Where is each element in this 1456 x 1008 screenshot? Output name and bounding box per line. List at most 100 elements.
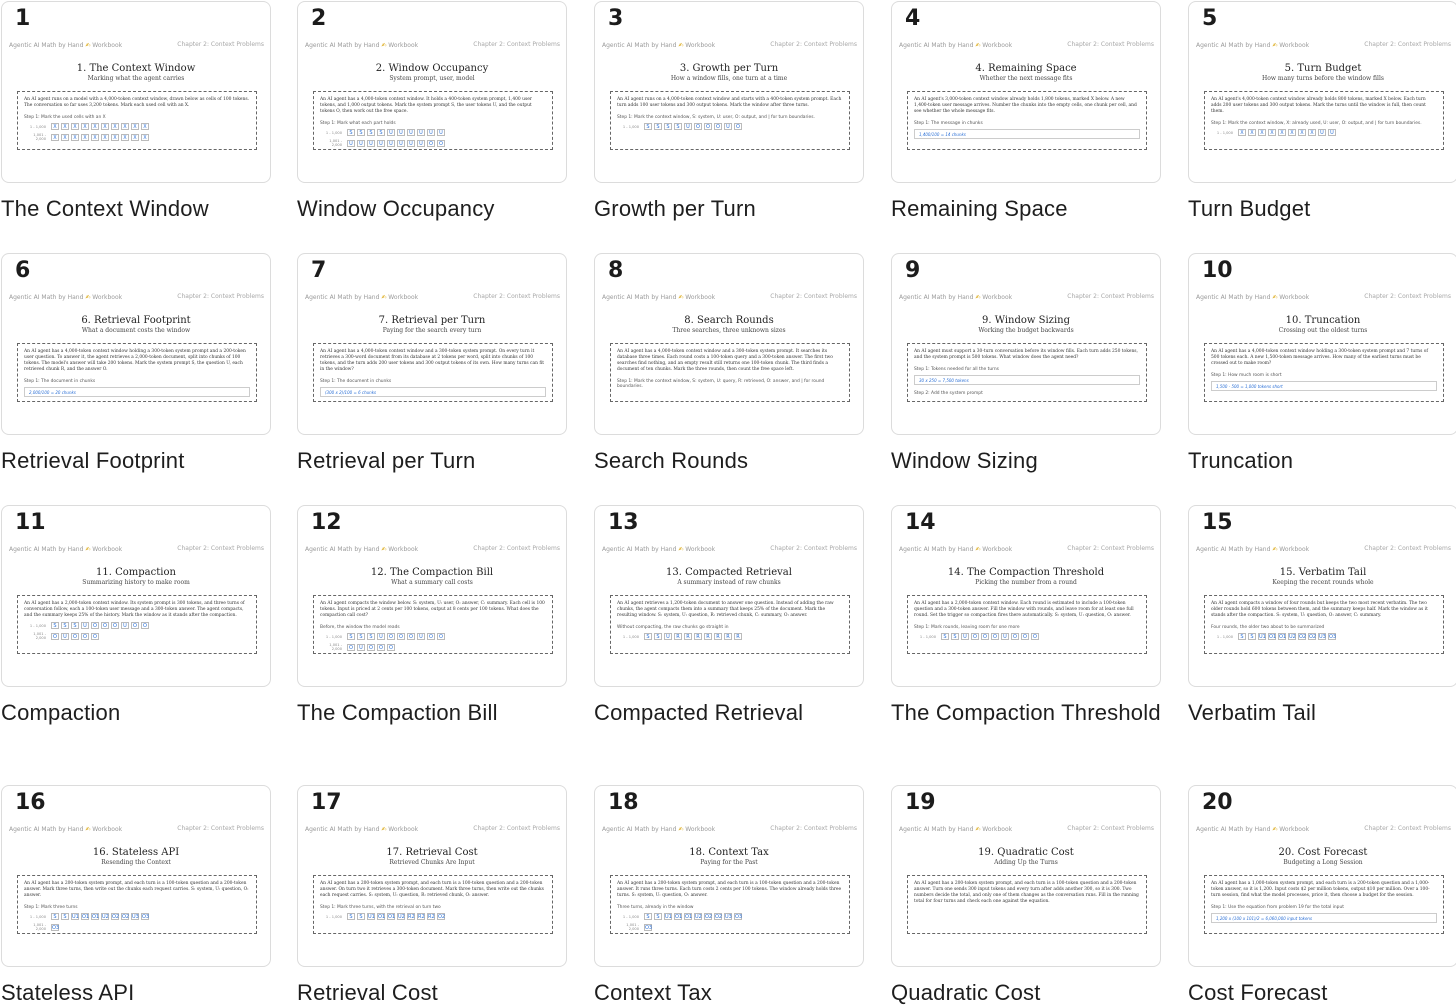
problem-thumbnail[interactable]: 10 Agentic AI Math by Hand ✍ Workbook Chap… bbox=[1188, 253, 1456, 435]
problem-thumbnail[interactable]: 12 Agentic AI Math by Hand ✍ Workbook Chap… bbox=[297, 505, 567, 687]
token-cell: O2 bbox=[714, 913, 723, 920]
problem-label[interactable]: Search Rounds bbox=[594, 447, 866, 475]
problem-label[interactable]: Retrieval per Turn bbox=[297, 447, 569, 475]
token-cell: O bbox=[1031, 633, 1039, 640]
problem-label[interactable]: Context Tax bbox=[594, 979, 866, 1007]
problem-thumbnail[interactable]: 13 Agentic AI Math by Hand ✍ Workbook Chap… bbox=[594, 505, 864, 687]
problem-number: 10 bbox=[1202, 258, 1233, 283]
token-cell: S bbox=[357, 633, 365, 640]
token-cell: S bbox=[51, 913, 59, 920]
workbook-label: Workbook bbox=[685, 42, 716, 49]
problem-thumbnail[interactable]: 19 Agentic AI Math by Hand ✍ Workbook Chap… bbox=[891, 785, 1161, 967]
book-title: Agentic AI Math by Hand bbox=[305, 826, 380, 833]
problem-thumbnail[interactable]: 9 Agentic AI Math by Hand ✍ Workbook Chapt… bbox=[891, 253, 1161, 435]
problem-subtitle: A summary instead of raw chunks bbox=[677, 579, 781, 586]
problem-subtitle: Retrieved Chunks Are Input bbox=[389, 859, 475, 866]
problem-label[interactable]: Growth per Turn bbox=[594, 195, 866, 223]
workbook-label: Workbook bbox=[685, 826, 716, 833]
problem-label[interactable]: Verbatim Tail bbox=[1188, 699, 1456, 727]
token-cell: U2 bbox=[694, 913, 702, 920]
problem-number: 2 bbox=[311, 6, 327, 31]
token-cell: U3 bbox=[131, 913, 139, 920]
token-cell: O bbox=[694, 123, 702, 130]
problem-thumbnail[interactable]: 1 Agentic AI Math by Hand ✍ Workbook Chapt… bbox=[1, 1, 271, 183]
problem-thumbnail[interactable]: 14 Agentic AI Math by Hand ✍ Workbook Chap… bbox=[891, 505, 1161, 687]
problem-thumbnail[interactable]: 5 Agentic AI Math by Hand ✍ Workbook Chapt… bbox=[1188, 1, 1456, 183]
token-cell: U bbox=[1328, 129, 1336, 136]
chapter-label: Chapter 2: Context Problems bbox=[473, 41, 560, 48]
problem-title: 19. Quadratic Cost bbox=[978, 847, 1074, 858]
answer-field: 1,500 - 500 = 1,000 tokens short bbox=[1211, 381, 1437, 391]
token-cell: X bbox=[111, 123, 119, 130]
problem-subtitle: System prompt, user, model bbox=[389, 75, 475, 82]
token-cell: O1 bbox=[387, 913, 396, 920]
problem-number: 19 bbox=[905, 790, 936, 815]
problem-label[interactable]: Compacted Retrieval bbox=[594, 699, 866, 727]
problem-subtitle: Budgeting a Long Session bbox=[1283, 859, 1363, 866]
token-grid: 1 - 1,000 S S S S U U U U U U 1,001 - 2,000 U U U U U U U U… bbox=[320, 129, 546, 147]
problem-thumbnail[interactable]: 18 Agentic AI Math by Hand ✍ Workbook Chap… bbox=[594, 785, 864, 967]
workbook-header: Agentic AI Math by Hand ✍ Workbook bbox=[899, 826, 1012, 833]
problem-label[interactable]: Compaction bbox=[1, 699, 273, 727]
problem-title: 9. Window Sizing bbox=[982, 315, 1070, 326]
row-range-label: 1 - 1,000 bbox=[622, 914, 639, 919]
token-grid: 1 - 1,000 X X X X X X X X U U bbox=[1211, 129, 1437, 136]
problem-text: An AI agent has a 4,000-token context wi… bbox=[24, 349, 246, 372]
token-cell: X bbox=[101, 123, 109, 130]
token-cell: O bbox=[367, 643, 375, 651]
problem-title: 14. The Compaction Threshold bbox=[947, 567, 1105, 578]
problem-label[interactable]: The Compaction Threshold bbox=[891, 699, 1163, 727]
problem-thumbnail[interactable]: 8 Agentic AI Math by Hand ✍ Workbook Chapt… bbox=[594, 253, 864, 435]
row-range-label: 1 - 1,000 bbox=[29, 914, 46, 919]
problem-label[interactable]: Truncation bbox=[1188, 447, 1456, 475]
problem-thumbnail[interactable]: 4 Agentic AI Math by Hand ✍ Workbook Chapt… bbox=[891, 1, 1161, 183]
problem-body: An AI agent runs on a 4,000-token contex… bbox=[610, 91, 850, 150]
writing-hand-icon: ✍ bbox=[381, 826, 387, 833]
problem-label[interactable]: The Context Window bbox=[1, 195, 273, 223]
book-title: Agentic AI Math by Hand bbox=[899, 294, 974, 301]
token-cell: U bbox=[387, 139, 395, 147]
problem-thumbnail[interactable]: 3 Agentic AI Math by Hand ✍ Workbook Chapt… bbox=[594, 1, 864, 183]
problem-label[interactable]: Cost Forecast bbox=[1188, 979, 1456, 1007]
problem-label[interactable]: Remaining Space bbox=[891, 195, 1163, 223]
problem-label[interactable]: Turn Budget bbox=[1188, 195, 1456, 223]
book-title: Agentic AI Math by Hand bbox=[602, 42, 677, 49]
token-cell: O bbox=[704, 123, 712, 130]
problem-label[interactable]: Retrieval Cost bbox=[297, 979, 569, 1007]
problem-label[interactable]: Retrieval Footprint bbox=[1, 447, 273, 475]
chapter-label: Chapter 2: Context Problems bbox=[473, 293, 560, 300]
problem-label[interactable]: Quadratic Cost bbox=[891, 979, 1163, 1007]
token-grid-row: 1 - 1,000 S S S S U U U U U U bbox=[320, 129, 546, 136]
token-cell: R bbox=[724, 633, 732, 640]
writing-hand-icon: ✍ bbox=[975, 42, 981, 49]
token-cell: X bbox=[1298, 129, 1306, 136]
book-title: Agentic AI Math by Hand bbox=[9, 546, 84, 553]
problem-thumbnail[interactable]: 15 Agentic AI Math by Hand ✍ Workbook Chap… bbox=[1188, 505, 1456, 687]
problem-thumbnail[interactable]: 2 Agentic AI Math by Hand ✍ Workbook Chapt… bbox=[297, 1, 567, 183]
token-cell: S bbox=[664, 123, 672, 130]
problem-number: 9 bbox=[905, 258, 921, 283]
problem-label[interactable]: Window Occupancy bbox=[297, 195, 569, 223]
problem-thumbnail[interactable]: 17 Agentic AI Math by Hand ✍ Workbook Chap… bbox=[297, 785, 567, 967]
token-cell: U bbox=[397, 129, 405, 136]
token-grid: 1 - 1,000 S S S U O O O U O O 1,001 - 2,000 O U O O O bbox=[320, 633, 546, 651]
token-cell: O1 bbox=[81, 913, 90, 920]
token-cell: X bbox=[51, 123, 59, 130]
token-cell: R2 bbox=[407, 913, 415, 920]
token-grid-row: 1,001 - 2,000 O3 bbox=[617, 923, 843, 931]
writing-hand-icon: ✍ bbox=[975, 826, 981, 833]
problem-thumbnail[interactable]: 7 Agentic AI Math by Hand ✍ Workbook Chapt… bbox=[297, 253, 567, 435]
problem-body: An AI agent has a 200-token system promp… bbox=[17, 875, 257, 934]
problem-label[interactable]: Stateless API bbox=[1, 979, 273, 1007]
problem-thumbnail[interactable]: 16 Agentic AI Math by Hand ✍ Workbook Chap… bbox=[1, 785, 271, 967]
problem-subtitle: Paying for the Past bbox=[700, 859, 758, 866]
step-text: Step 1: Tokens needed for all the turns bbox=[914, 367, 999, 372]
problem-label[interactable]: Window Sizing bbox=[891, 447, 1163, 475]
workbook-label: Workbook bbox=[92, 546, 123, 553]
problem-thumbnail[interactable]: 11 Agentic AI Math by Hand ✍ Workbook Chap… bbox=[1, 505, 271, 687]
token-grid-row: 1,001 - 2,000 O U O O O bbox=[320, 643, 546, 651]
token-cell: O2 bbox=[704, 913, 713, 920]
problem-thumbnail[interactable]: 20 Agentic AI Math by Hand ✍ Workbook Chap… bbox=[1188, 785, 1456, 967]
problem-thumbnail[interactable]: 6 Agentic AI Math by Hand ✍ Workbook Chapt… bbox=[1, 253, 271, 435]
problem-label[interactable]: The Compaction Bill bbox=[297, 699, 569, 727]
